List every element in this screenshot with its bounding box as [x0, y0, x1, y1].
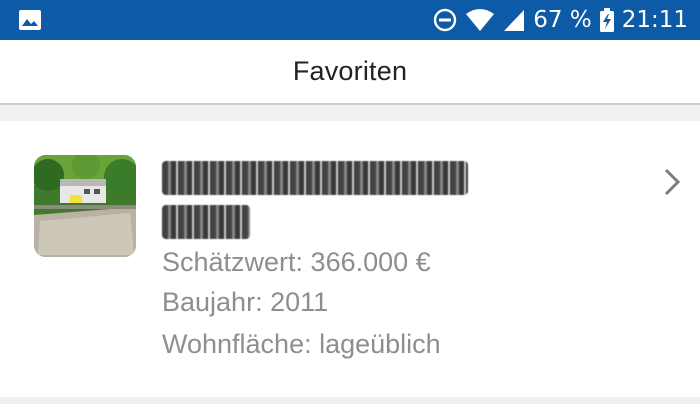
battery-percentage: 67 %	[533, 7, 592, 33]
chevron-right-icon[interactable]	[660, 167, 684, 197]
redacted-title	[162, 161, 468, 195]
redacted-title-continued	[162, 205, 250, 239]
status-icons: 67 % 21:11	[433, 0, 688, 40]
clock: 21:11	[621, 7, 688, 33]
favorite-item[interactable]: Schätzwert: 366.000 € Baujahr: 2011 Wohn…	[0, 121, 700, 397]
gallery-icon	[19, 10, 41, 30]
wifi-icon	[466, 9, 495, 31]
status-bar: 67 % 21:11	[0, 0, 700, 40]
living-area: Wohnfläche: lageüblich	[162, 329, 441, 359]
build-year: Baujahr: 2011	[162, 287, 329, 317]
estimated-value: Schätzwert: 366.000 €	[162, 247, 431, 277]
property-thumbnail	[34, 155, 136, 257]
battery-charging-icon	[599, 8, 614, 32]
cell-signal-icon	[504, 10, 525, 31]
app-bar: Favoriten	[0, 40, 700, 105]
page-title: Favoriten	[292, 56, 408, 86]
do-not-disturb-icon	[434, 8, 457, 32]
